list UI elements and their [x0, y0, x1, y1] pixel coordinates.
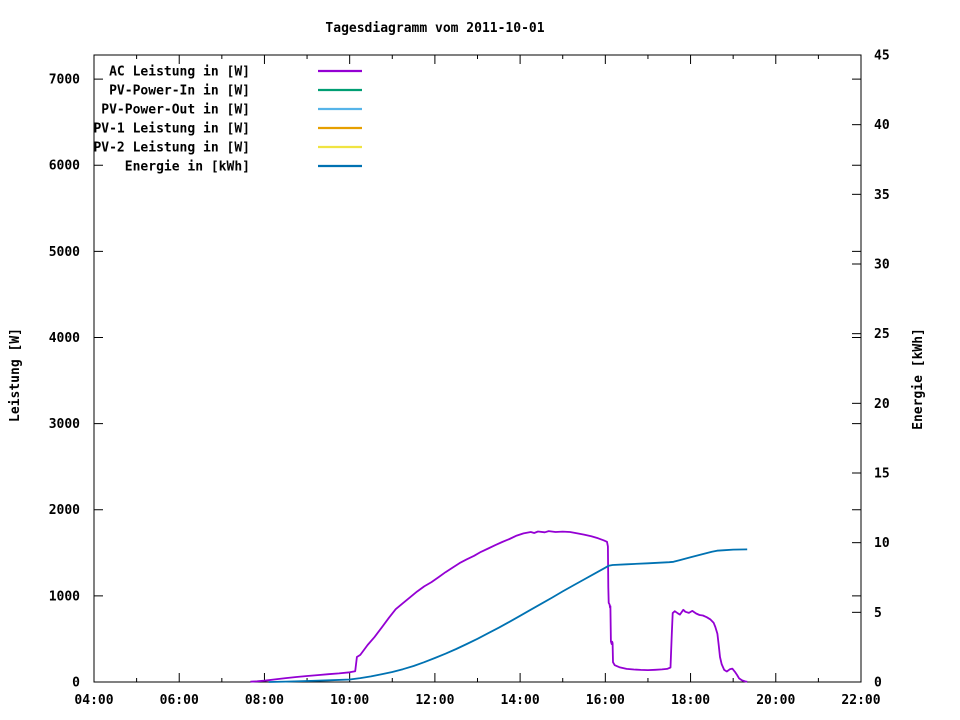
y2-tick-label: 30: [874, 258, 890, 273]
legend-label: Energie in [kWh]: [125, 160, 250, 175]
series-lines: [250, 530, 748, 683]
y2-tick-label: 5: [874, 606, 882, 621]
y2-tick-label: 25: [874, 327, 890, 342]
series-line-5: [268, 548, 748, 683]
chart-title: Tagesdiagramm vom 2011-10-01: [325, 21, 544, 36]
chart-screen: Tagesdiagramm vom 2011-10-01 Leistung [W…: [0, 0, 960, 720]
y2-tick-label: 10: [874, 536, 890, 551]
series-line-0: [250, 530, 748, 683]
x-tick-label: 12:00: [415, 693, 454, 708]
x-tick-label: 04:00: [74, 693, 113, 708]
y-tick-label: 6000: [49, 159, 80, 174]
plot-area: Tagesdiagramm vom 2011-10-01 Leistung [W…: [8, 21, 926, 708]
y2-tick-label: 15: [874, 467, 890, 482]
y-tick-label: 1000: [49, 589, 80, 604]
x-tick-label: 06:00: [160, 693, 199, 708]
y2-tick-label: 45: [874, 49, 890, 64]
x-tick-label: 20:00: [756, 693, 795, 708]
y2-tick-label: 35: [874, 188, 890, 203]
x-tick-label: 10:00: [330, 693, 369, 708]
legend: AC Leistung in [W] PV-Power-In in [W] PV-P…: [93, 65, 362, 175]
y2-tick-label: 40: [874, 118, 890, 133]
legend-label: PV-Power-In in [W]: [109, 84, 250, 99]
y-tick-label: 0: [72, 676, 80, 691]
legend-label: PV-2 Leistung in [W]: [93, 141, 250, 156]
x-tick-label: 16:00: [586, 693, 625, 708]
legend-label: PV-1 Leistung in [W]: [93, 122, 250, 137]
legend-label: AC Leistung in [W]: [109, 65, 250, 80]
x-tick-label: 08:00: [245, 693, 284, 708]
y2-axis-label: Energie [kWh]: [911, 328, 926, 430]
y2-tick-label: 20: [874, 397, 890, 412]
y-tick-label: 5000: [49, 245, 80, 260]
y-tick-label: 2000: [49, 503, 80, 518]
x-tick-label: 14:00: [501, 693, 540, 708]
y2-tick-label: 0: [874, 676, 882, 691]
y-tick-label: 3000: [49, 417, 80, 432]
y-tick-label: 7000: [49, 73, 80, 88]
legend-label: PV-Power-Out in [W]: [101, 103, 250, 118]
x-tick-label: 22:00: [841, 693, 880, 708]
x-tick-label: 18:00: [671, 693, 710, 708]
y-axis-label: Leistung [W]: [8, 328, 23, 422]
y-tick-label: 4000: [49, 331, 80, 346]
